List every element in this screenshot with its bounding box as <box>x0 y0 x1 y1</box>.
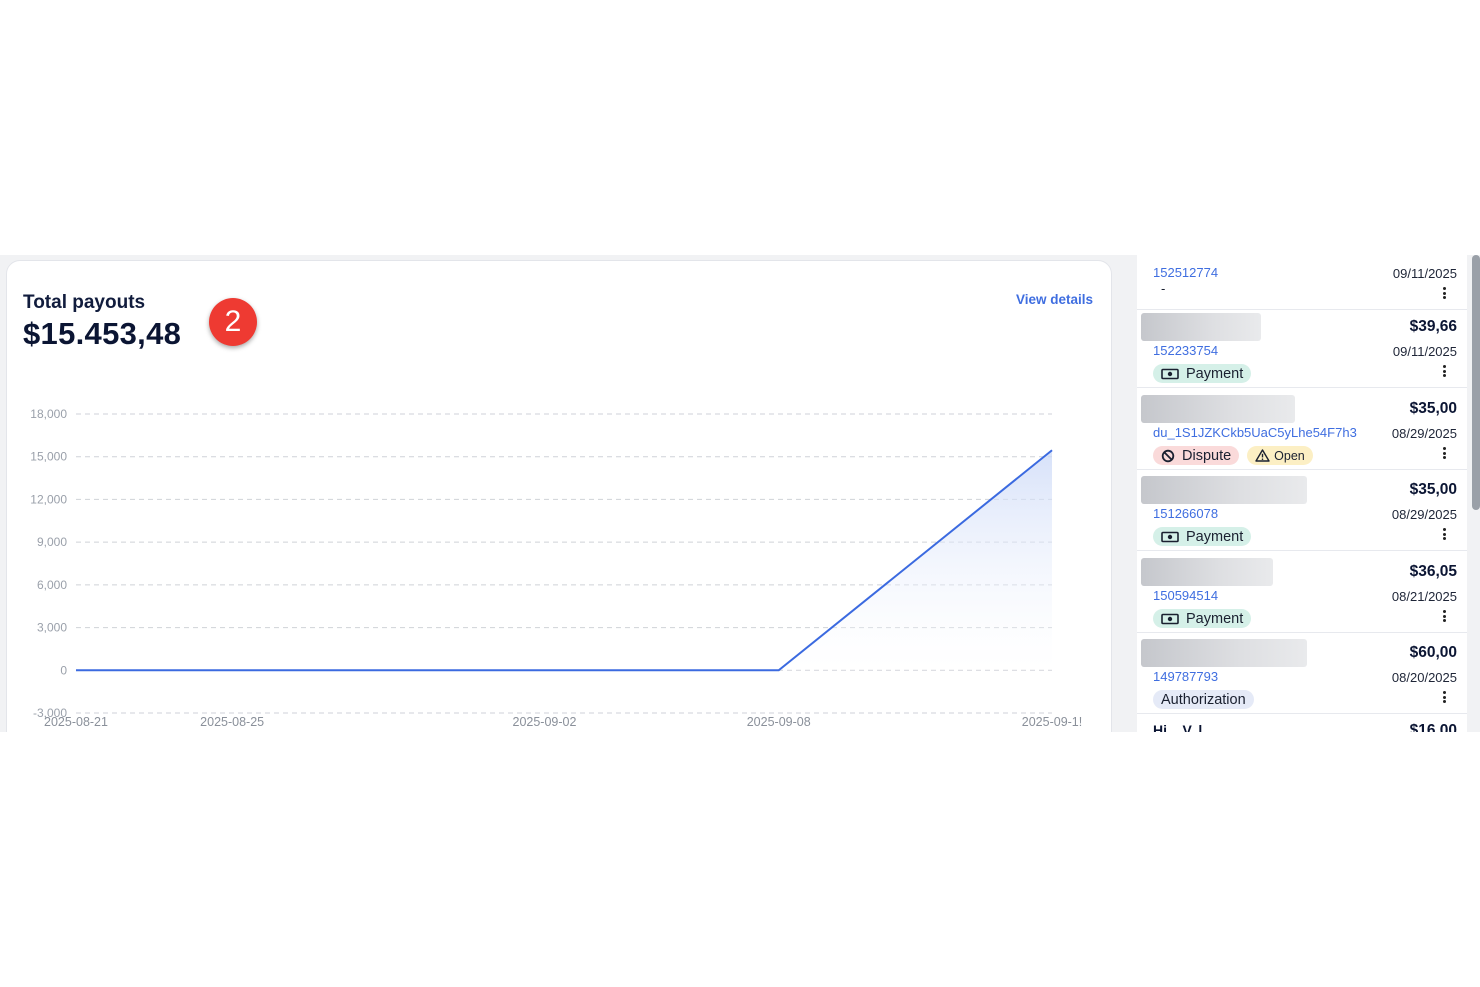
redacted-customer-name <box>1141 313 1261 341</box>
transaction-badges: Dispute Open <box>1153 446 1313 465</box>
transaction-row[interactable]: 152512774 09/11/2025 - <box>1137 255 1467 310</box>
transaction-row[interactable]: Hi... V..l $16,00 <box>1137 714 1467 732</box>
transaction-amount: $16,00 <box>1409 722 1457 732</box>
payment-badge: Payment <box>1153 609 1252 628</box>
redacted-customer-name <box>1141 639 1307 667</box>
more-options-icon[interactable] <box>1437 443 1451 463</box>
transaction-amount: $35,00 <box>1409 400 1457 417</box>
total-payouts-card: Total payouts $15.453,48 2 View details … <box>6 260 1112 732</box>
transaction-row[interactable]: 150594514 $36,05 08/21/2025 Payment <box>1137 551 1467 633</box>
y-tick-label: 6,000 <box>37 578 67 592</box>
transaction-amount: $35,00 <box>1409 481 1457 498</box>
transaction-badges: Authorization <box>1153 690 1254 709</box>
dashboard: Total payouts $15.453,48 2 View details … <box>0 255 1480 732</box>
payouts-chart: 18,00015,00012,0009,0006,0003,0000-3,000… <box>30 407 1082 729</box>
transactions-list: 152512774 09/11/2025 - 152233754 $39,66 09/11… <box>1137 255 1467 732</box>
x-tick-label: 2025-08-25 <box>200 715 264 729</box>
series-area <box>76 450 1052 671</box>
badge-label: Payment <box>1186 610 1244 627</box>
transaction-id-link[interactable]: 152233754 <box>1153 343 1218 358</box>
ban-icon <box>1161 449 1175 463</box>
y-tick-label: 0 <box>60 663 67 677</box>
more-options-icon[interactable] <box>1437 687 1451 707</box>
transaction-row[interactable]: 149787793 $60,00 08/20/2025 Authorization <box>1137 632 1467 714</box>
warning-icon <box>1255 449 1270 462</box>
more-options-icon[interactable] <box>1437 361 1451 381</box>
more-options-icon[interactable] <box>1437 606 1451 626</box>
badge-label: Dispute <box>1182 447 1232 464</box>
payment-badge: Payment <box>1153 364 1252 383</box>
open-badge: Open <box>1247 446 1313 465</box>
badge-label: Payment <box>1186 365 1244 382</box>
x-tick-label: 2025-09-08 <box>747 715 811 729</box>
y-tick-label: 3,000 <box>37 621 67 635</box>
payment-badge: Payment <box>1153 527 1252 546</box>
badge-label: Payment <box>1186 528 1244 545</box>
more-options-icon[interactable] <box>1437 524 1451 544</box>
transaction-badges: Payment <box>1153 364 1252 383</box>
transaction-amount: $36,05 <box>1409 563 1457 580</box>
empty-type-dash: - <box>1161 281 1166 296</box>
y-tick-label: 9,000 <box>37 535 67 549</box>
transaction-badges: Payment <box>1153 609 1252 628</box>
transaction-amount: $39,66 <box>1409 318 1457 335</box>
x-tick-label: 2025-08-21 <box>44 715 108 729</box>
badge-label: Authorization <box>1161 691 1246 708</box>
transaction-date: 09/11/2025 <box>1392 266 1457 281</box>
redacted-customer-name <box>1141 558 1273 586</box>
transaction-id-link[interactable]: 152512774 <box>1153 265 1218 280</box>
transaction-row[interactable]: 151266078 $35,00 08/29/2025 Payment <box>1137 469 1467 551</box>
redacted-customer-name <box>1141 476 1307 504</box>
badge-label: Open <box>1274 448 1305 463</box>
customer-name: Hi... V..l <box>1153 722 1203 732</box>
auth-badge: Authorization <box>1153 690 1254 709</box>
x-tick-label: 2025-09-1! <box>1022 715 1082 729</box>
redacted-customer-name <box>1141 395 1295 423</box>
transaction-date: 08/29/2025 <box>1391 507 1457 522</box>
transaction-badges: Payment <box>1153 527 1252 546</box>
transaction-row[interactable]: 152233754 $39,66 09/11/2025 Payment <box>1137 306 1467 388</box>
transaction-id-link[interactable]: 150594514 <box>1153 588 1218 603</box>
y-tick-label: 15,000 <box>30 450 67 464</box>
cash-icon <box>1161 531 1179 543</box>
more-options-icon[interactable] <box>1437 283 1451 303</box>
transaction-id-link[interactable]: 151266078 <box>1153 506 1218 521</box>
transaction-amount: $60,00 <box>1409 644 1457 661</box>
transaction-row[interactable]: du_1S1JZKCkb5UaC5yLhe54F7h3 $35,00 08/29/2… <box>1137 388 1467 470</box>
scrollbar-thumb[interactable] <box>1472 255 1480 510</box>
transaction-date: 08/29/2025 <box>1391 426 1457 441</box>
dispute-badge: Dispute <box>1153 446 1240 465</box>
transaction-date: 09/11/2025 <box>1392 344 1457 359</box>
transaction-date: 08/20/2025 <box>1391 670 1457 685</box>
cash-icon <box>1161 613 1179 625</box>
transaction-id-link[interactable]: 149787793 <box>1153 669 1218 684</box>
cash-icon <box>1161 368 1179 380</box>
x-tick-label: 2025-09-02 <box>513 715 577 729</box>
y-tick-label: 12,000 <box>30 492 67 506</box>
y-tick-label: 18,000 <box>30 407 67 421</box>
transaction-id-link[interactable]: du_1S1JZKCkb5UaC5yLhe54F7h3 <box>1153 425 1357 440</box>
transaction-date: 08/21/2025 <box>1391 589 1457 604</box>
